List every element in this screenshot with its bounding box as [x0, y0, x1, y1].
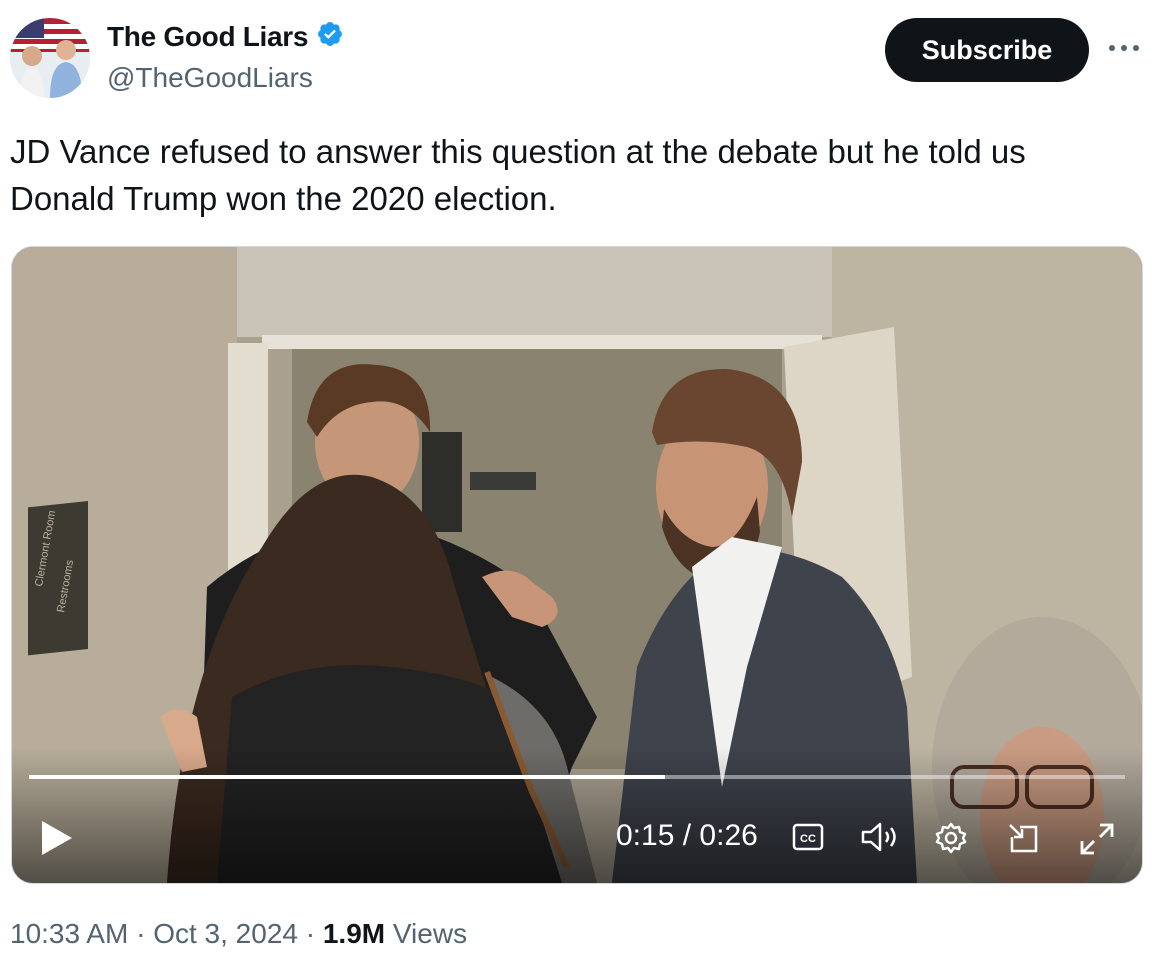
video-time: 0:15 / 0:26 — [616, 819, 758, 853]
video-progress-bar[interactable] — [29, 775, 1125, 779]
avatar[interactable] — [10, 18, 90, 98]
meta-separator-1: · — [136, 918, 146, 949]
author-name-row: The Good Liars — [107, 20, 344, 53]
meta-separator-2: · — [305, 918, 316, 949]
wall-sign: Clermont Room Restrooms — [28, 501, 88, 656]
subscribe-button[interactable]: Subscribe — [885, 18, 1089, 82]
tweet-text: JD Vance refused to answer this question… — [10, 133, 1026, 217]
views-count[interactable]: 1.9M — [323, 918, 385, 949]
volume-icon[interactable] — [860, 821, 900, 858]
fullscreen-icon[interactable] — [1078, 821, 1116, 862]
tweet-time[interactable]: 10:33 AM — [10, 918, 128, 949]
duration: 0:26 — [699, 819, 758, 852]
views-label: Views — [392, 918, 468, 949]
closed-captions-icon[interactable]: CC — [792, 823, 824, 856]
time-separator: / — [682, 819, 692, 852]
author-handle[interactable]: @TheGoodLiars — [107, 62, 313, 94]
author-display-name[interactable]: The Good Liars — [107, 21, 308, 53]
tweet-meta: 10:33 AM · Oct 3, 2024 · 1.9M Views — [10, 918, 467, 950]
current-time: 0:15 — [616, 819, 675, 852]
avatar-image — [10, 18, 90, 98]
verified-badge-icon — [316, 20, 344, 53]
play-icon[interactable] — [40, 819, 74, 862]
video-progress-fill — [29, 775, 665, 779]
settings-icon[interactable] — [934, 821, 968, 860]
svg-text:CC: CC — [800, 833, 816, 845]
tweet-date[interactable]: Oct 3, 2024 — [153, 918, 298, 949]
controls-overlay — [12, 747, 1142, 883]
pop-out-icon[interactable] — [1006, 821, 1042, 862]
more-horizontal-icon[interactable] — [1104, 36, 1144, 60]
video-player[interactable]: Clermont Room Restrooms 0:15 / 0:26 CC — [11, 246, 1143, 884]
